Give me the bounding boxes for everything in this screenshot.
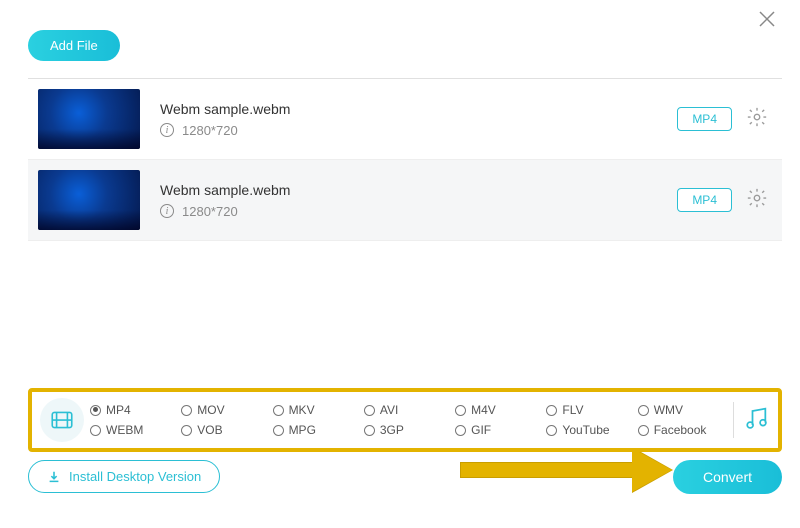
format-option-mp4[interactable]: MP4 <box>90 403 177 417</box>
format-option-webm[interactable]: WEBM <box>90 423 177 437</box>
radio-icon <box>273 425 284 436</box>
format-option-mov[interactable]: MOV <box>181 403 268 417</box>
divider <box>733 402 734 438</box>
format-option-3gp[interactable]: 3GP <box>364 423 451 437</box>
info-icon: i <box>160 204 174 218</box>
info-icon: i <box>160 123 174 137</box>
format-option-flv[interactable]: FLV <box>546 403 633 417</box>
gear-icon[interactable] <box>746 187 768 214</box>
radio-icon <box>455 405 466 416</box>
radio-icon <box>273 405 284 416</box>
format-option-gif[interactable]: GIF <box>455 423 542 437</box>
install-desktop-button[interactable]: Install Desktop Version <box>28 460 220 493</box>
format-option-mkv[interactable]: MKV <box>273 403 360 417</box>
format-option-wmv[interactable]: WMV <box>638 403 725 417</box>
download-icon <box>47 470 61 484</box>
radio-icon <box>455 425 466 436</box>
radio-icon <box>546 425 557 436</box>
format-option-m4v[interactable]: M4V <box>455 403 542 417</box>
file-row[interactable]: Webm sample.webm i 1280*720 MP4 <box>28 79 782 160</box>
close-icon[interactable] <box>758 10 776 33</box>
resolution: 1280*720 <box>182 123 238 138</box>
radio-icon <box>364 405 375 416</box>
convert-button[interactable]: Convert <box>673 460 782 494</box>
file-list: Webm sample.webm i 1280*720 MP4 Webm samp… <box>28 78 782 241</box>
annotation-arrow <box>460 448 680 492</box>
file-row[interactable]: Webm sample.webm i 1280*720 MP4 <box>28 160 782 241</box>
file-name: Webm sample.webm <box>160 182 677 198</box>
radio-icon <box>90 425 101 436</box>
thumbnail <box>38 170 140 230</box>
add-file-button[interactable]: Add File <box>28 30 120 61</box>
file-name: Webm sample.webm <box>160 101 677 117</box>
format-option-mpg[interactable]: MPG <box>273 423 360 437</box>
format-option-vob[interactable]: VOB <box>181 423 268 437</box>
gear-icon[interactable] <box>746 106 768 133</box>
format-badge[interactable]: MP4 <box>677 188 732 212</box>
radio-icon <box>90 405 101 416</box>
format-option-youtube[interactable]: YouTube <box>546 423 633 437</box>
radio-icon <box>364 425 375 436</box>
format-badge[interactable]: MP4 <box>677 107 732 131</box>
radio-icon <box>638 405 649 416</box>
thumbnail <box>38 89 140 149</box>
video-icon[interactable] <box>40 398 84 442</box>
radio-icon <box>638 425 649 436</box>
music-icon[interactable] <box>742 404 770 437</box>
resolution: 1280*720 <box>182 204 238 219</box>
format-options: MP4 MOV MKV AVI M4V FLV WMV WEBM VOB MPG… <box>90 403 725 437</box>
format-option-avi[interactable]: AVI <box>364 403 451 417</box>
radio-icon <box>181 425 192 436</box>
radio-icon <box>546 405 557 416</box>
format-bar: MP4 MOV MKV AVI M4V FLV WMV WEBM VOB MPG… <box>28 388 782 452</box>
radio-icon <box>181 405 192 416</box>
format-option-facebook[interactable]: Facebook <box>638 423 725 437</box>
